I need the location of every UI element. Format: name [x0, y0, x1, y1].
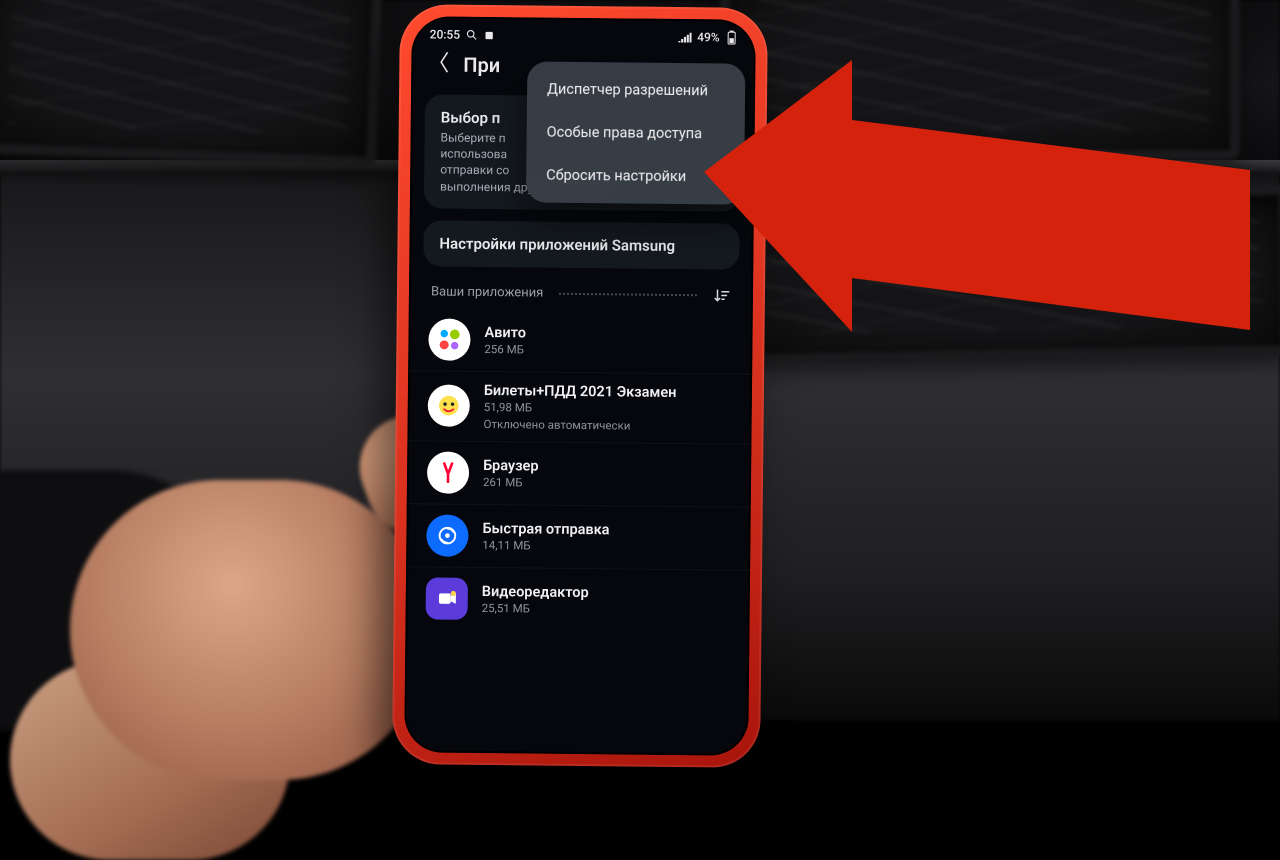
- page-title: При: [463, 53, 500, 77]
- app-name: Быстрая отправка: [482, 520, 609, 538]
- apps-list: Авито 256 МБ Билеты+ПДД 2021 Экзамен 51,…: [405, 308, 752, 633]
- app-size: 256 МБ: [484, 342, 526, 356]
- app-row-quickshare[interactable]: Быстрая отправка 14,11 МБ: [406, 504, 751, 571]
- overflow-menu: Диспетчер разрешений Особые права доступ…: [526, 61, 745, 204]
- app-row-browser[interactable]: Браузер 261 МБ: [407, 441, 752, 508]
- app-status: Отключено автоматически: [484, 417, 677, 433]
- app-icon-quickshare: [426, 514, 468, 556]
- app-name: Билеты+ПДД 2021 Экзамен: [484, 382, 677, 401]
- app-name: Браузер: [483, 457, 539, 475]
- app-size: 14,11 МБ: [482, 538, 609, 553]
- app-name: Видеоредактор: [482, 583, 589, 601]
- menu-permission-manager[interactable]: Диспетчер разрешений: [527, 67, 745, 112]
- app-name: Авито: [484, 324, 526, 341]
- your-apps-section: Ваши приложения: [409, 282, 753, 312]
- menu-reset-settings[interactable]: Сбросить настройки: [526, 153, 744, 198]
- menu-special-access[interactable]: Особые права доступа: [526, 110, 744, 155]
- phone-screen: 20:55 49% 〈 Пр: [404, 16, 756, 756]
- app-icon-pdd: [428, 385, 470, 427]
- phone-frame: 20:55 49% 〈 Пр: [392, 4, 768, 768]
- back-button[interactable]: 〈: [427, 53, 449, 75]
- section-label: Ваши приложения: [431, 285, 544, 301]
- app-icon-yandex: [427, 451, 469, 493]
- samsung-app-settings[interactable]: Настройки приложений Samsung: [423, 220, 739, 269]
- app-icon-avito: [428, 318, 470, 360]
- divider-dots: [559, 293, 697, 296]
- app-size: 25,51 МБ: [482, 601, 589, 616]
- app-icon-videoeditor: [426, 577, 468, 619]
- app-row-avito[interactable]: Авито 256 МБ: [408, 308, 753, 375]
- app-row-videoeditor[interactable]: Видеоредактор 25,51 МБ: [405, 567, 750, 633]
- sort-button[interactable]: [713, 287, 731, 303]
- app-size: 261 МБ: [483, 475, 539, 490]
- app-size: 51,98 МБ: [484, 400, 677, 416]
- app-row-pdd[interactable]: Билеты+ПДД 2021 Экзамен 51,98 МБ Отключе…: [407, 371, 752, 445]
